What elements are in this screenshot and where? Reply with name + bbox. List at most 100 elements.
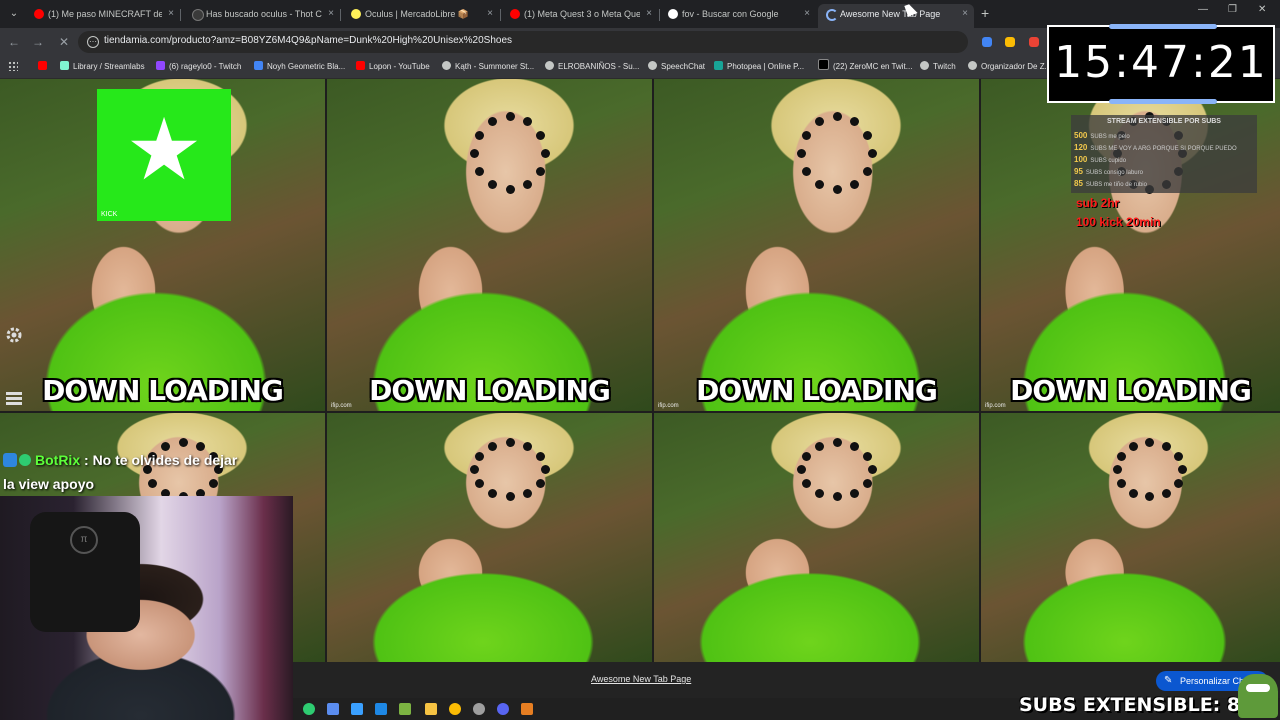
loading-dot — [475, 166, 484, 176]
tab-mercadolibre[interactable]: Oculus | MercadoLibre 📦 × — [343, 4, 499, 28]
pencil-icon: ✎ — [1164, 675, 1173, 686]
taskbar-app-icon[interactable] — [375, 703, 387, 715]
loading-dot — [505, 438, 515, 448]
folder-icon[interactable] — [425, 703, 437, 715]
site-info-icon[interactable]: ⋯ — [87, 36, 99, 48]
taskbar-app-icon[interactable] — [473, 703, 485, 715]
close-tab-icon[interactable]: × — [328, 4, 334, 24]
loading-dot — [488, 441, 497, 451]
tab-search-chevron-icon[interactable]: ⌄ — [6, 6, 22, 22]
apps-grid-icon[interactable] — [8, 61, 18, 71]
bot-badge-icon — [3, 453, 17, 467]
site-icon — [192, 9, 204, 21]
subs-extensible-counter: SUBS EXTENSIBLE: 87 — [1019, 694, 1254, 716]
bookmark-youtube[interactable] — [38, 56, 52, 78]
subs-goal-row: 85 SUBS me tiño de rubio — [1074, 179, 1147, 188]
site-icon — [254, 61, 263, 70]
loading-dot — [536, 451, 546, 461]
timer-decor-bar — [1109, 24, 1217, 29]
taskbar-app-icon[interactable] — [303, 703, 315, 715]
youtube-icon — [34, 9, 44, 19]
loading-dot — [863, 130, 873, 140]
google-icon — [668, 9, 678, 19]
loading-dot — [850, 117, 860, 127]
forward-arrow-icon[interactable]: → — [30, 34, 46, 50]
subs-goal-row: 500 SUBS me pelo — [1074, 131, 1130, 140]
close-tab-icon[interactable]: × — [168, 4, 174, 24]
tab-google-search[interactable]: fov - Buscar con Google × — [660, 4, 816, 28]
taskbar-app-icon[interactable] — [327, 703, 339, 715]
loading-dot — [488, 488, 497, 498]
settings-gear-icon[interactable] — [5, 326, 23, 344]
meme-credit: ifip.com — [985, 403, 1006, 409]
meme-caption: DOWN LOADING — [696, 374, 938, 407]
meme-caption: DOWN LOADING — [1010, 374, 1252, 407]
bookmark-noyh[interactable]: Noyh Geometric Bla... — [254, 56, 350, 78]
address-bar[interactable]: ⋯ tiendamia.com/producto?amz=B08YZ6M4Q9&… — [78, 31, 968, 53]
loading-dots — [464, 433, 551, 502]
tab-minecraft[interactable]: (1) Me paso MINECRAFT de DI × — [26, 4, 180, 28]
new-tab-button[interactable]: + — [981, 5, 989, 21]
taskbar-app-icon[interactable] — [351, 703, 363, 715]
loading-dot — [475, 451, 484, 461]
stop-loading-icon[interactable]: ✕ — [56, 34, 72, 50]
loading-dot — [1145, 438, 1155, 448]
bookmark-streamlabs[interactable]: Library / Streamlabs — [60, 56, 158, 78]
close-tab-icon[interactable]: × — [962, 4, 968, 24]
loading-dots — [1107, 433, 1188, 502]
extension-icon[interactable] — [982, 37, 992, 47]
loading-dot — [868, 148, 878, 158]
tab-awesome-new-tab[interactable]: Awesome New Tab Page × — [818, 4, 974, 28]
loading-dot — [178, 438, 188, 448]
loading-dot — [1129, 488, 1139, 498]
new-tab-footer: Awesome New Tab Page ✎ Personalizar Chrom… — [293, 662, 1280, 698]
loading-dot — [802, 478, 811, 488]
tab-meta-quest[interactable]: (1) Meta Quest 3 o Meta Quest × — [502, 4, 658, 28]
tab-divider — [340, 9, 341, 21]
sub-time-note: sub 2hr — [1076, 196, 1120, 210]
bookmark-kath[interactable]: Kąth - Summoner St... — [442, 56, 542, 78]
loading-dot — [1161, 488, 1171, 498]
taskbar-app-icon[interactable] — [521, 703, 533, 715]
bookmark-speechchat[interactable]: SpeechChat — [648, 56, 710, 78]
loading-dot — [470, 148, 480, 158]
bookmark-photopea[interactable]: Photopea | Online P... — [714, 56, 812, 78]
bookmark-lopon[interactable]: Lopon - YouTube — [356, 56, 438, 78]
loading-spinner-icon — [826, 9, 838, 21]
loading-dot — [505, 184, 515, 194]
close-window-icon[interactable]: ✕ — [1258, 4, 1266, 15]
discord-icon[interactable] — [497, 703, 509, 715]
taskbar-app-icon[interactable] — [399, 703, 411, 715]
globe-icon — [442, 61, 451, 70]
back-arrow-icon[interactable]: ← — [6, 34, 22, 50]
awesome-new-tab-link[interactable]: Awesome New Tab Page — [591, 674, 691, 684]
loading-dot — [802, 166, 811, 176]
stream-timer: 15:47:21 — [1047, 24, 1275, 104]
chrome-icon[interactable] — [449, 703, 461, 715]
chat-username: BotRix — [35, 452, 81, 468]
url-text[interactable]: tiendamia.com/producto?amz=B08YZ6M4Q9&pN… — [104, 35, 512, 46]
bookmark-organizador[interactable]: Organizador De Z... — [968, 56, 1046, 78]
loading-dot — [505, 112, 515, 122]
loading-dot — [832, 184, 842, 194]
extension-icon[interactable] — [1029, 37, 1039, 47]
tab-thot-computer[interactable]: Has buscado oculus - Thot Com × — [184, 4, 340, 28]
close-tab-icon[interactable]: × — [804, 4, 810, 24]
extension-icon[interactable] — [1005, 37, 1015, 47]
globe-icon — [920, 61, 929, 70]
globe-icon — [545, 61, 554, 70]
bookmark-twitch[interactable]: Twitch — [920, 56, 966, 78]
loading-dot — [1173, 478, 1183, 488]
loading-dot — [832, 438, 842, 448]
restore-icon[interactable]: ❐ — [1228, 4, 1237, 15]
subs-goal-row: 95 SUBS consigo laburo — [1074, 167, 1143, 176]
minimize-icon[interactable]: — — [1198, 4, 1208, 15]
meme-caption: DOWN LOADING — [369, 374, 611, 407]
close-tab-icon[interactable]: × — [487, 4, 493, 24]
bookmark-zeromc[interactable]: (22) ZeroMC en Twit... — [818, 56, 914, 78]
bookmark-elrobaninos[interactable]: ELROBANIÑOS - Su... — [545, 56, 639, 78]
mercadolibre-icon — [351, 9, 361, 19]
close-tab-icon[interactable]: × — [646, 4, 652, 24]
menu-lines-icon[interactable] — [5, 389, 23, 407]
bookmark-twitch-rageylo0[interactable]: (6) rageylo0 - Twitch — [156, 56, 248, 78]
